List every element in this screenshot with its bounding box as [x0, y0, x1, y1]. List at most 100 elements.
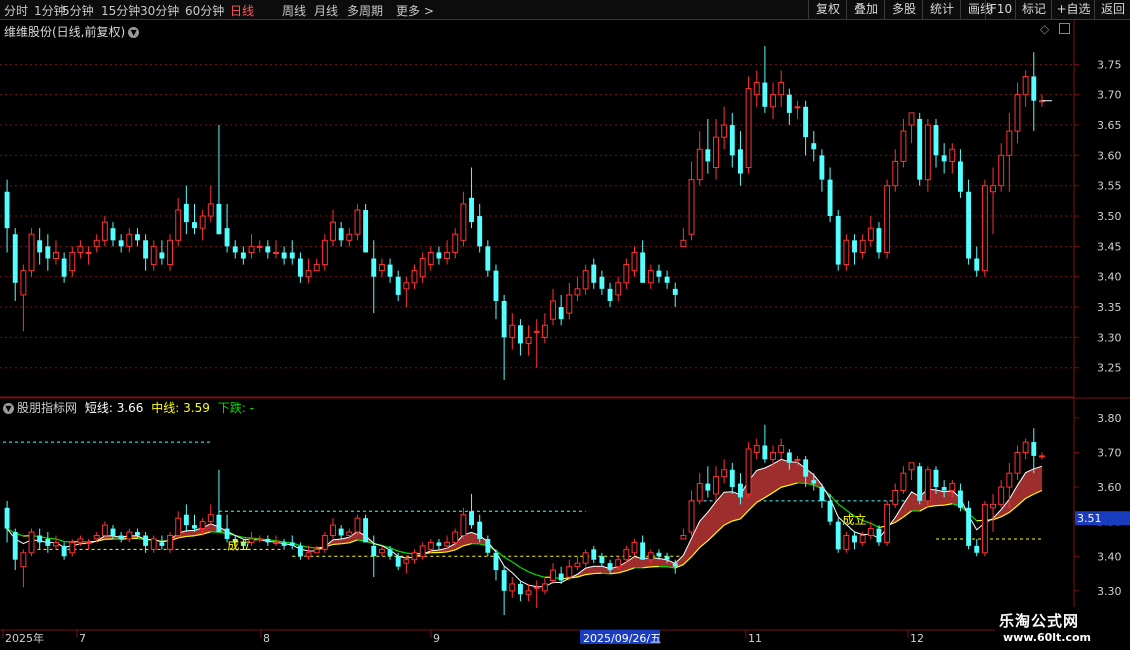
candle	[794, 100, 801, 119]
candle	[541, 577, 548, 595]
price-axis-label: 3.50	[1097, 210, 1122, 223]
candle	[623, 258, 630, 289]
current-price-value: 3.51	[1077, 512, 1102, 525]
candle	[192, 203, 197, 235]
candle	[640, 535, 646, 560]
toolbar-button[interactable]: 返回	[1094, 0, 1130, 19]
candle	[778, 438, 785, 460]
candle	[599, 552, 605, 567]
period-tab[interactable]: 分时	[4, 2, 28, 19]
band-segment	[1017, 471, 1026, 507]
mid-line-segment	[797, 482, 806, 485]
candle	[20, 549, 27, 588]
period-toolbar: 分时 1分钟 5分钟 15分钟 30分钟 60分钟 日线 周线 月线 多周期 更多 > 复权 叠加 多股…	[0, 0, 1130, 20]
period-tab[interactable]: 1分钟	[34, 2, 66, 19]
candle	[436, 246, 442, 265]
candle	[884, 500, 891, 546]
candle	[183, 185, 189, 235]
mid-line-segment	[55, 538, 65, 543]
period-tab[interactable]: 60分钟	[185, 2, 224, 19]
candle	[664, 270, 670, 289]
period-tab[interactable]: 更多 >	[396, 2, 434, 19]
crosshair-date: 2025/09/26/五	[583, 632, 661, 645]
candle	[696, 473, 703, 505]
price-axis-label: 3.25	[1097, 362, 1122, 375]
candle	[1031, 428, 1037, 474]
down-label: 下跌:	[217, 401, 246, 415]
candle	[338, 222, 344, 247]
candle	[167, 234, 173, 271]
candle	[957, 483, 963, 512]
period-tab[interactable]: 多周期	[347, 2, 383, 19]
candle	[737, 131, 743, 186]
candle	[949, 143, 956, 174]
candle	[436, 538, 442, 550]
candle	[240, 246, 246, 265]
price-axis-label: 3.40	[1097, 271, 1122, 284]
x-axis-label: 11	[748, 632, 762, 645]
price-axis-label: 3.35	[1097, 301, 1122, 314]
indicator-axis-label: 3.60	[1097, 481, 1122, 494]
candle	[224, 203, 230, 253]
mid-line-value: 3.59	[183, 401, 210, 415]
candle	[305, 258, 312, 283]
candle	[835, 518, 841, 553]
candle	[696, 131, 703, 186]
chart-area[interactable]: 3.75 3.70 3.65 3.60 3.55 3.50 3.45 3.40 3.35 3.30…	[0, 20, 1130, 650]
period-tab[interactable]: 30分钟	[140, 2, 179, 19]
candle	[419, 542, 426, 560]
period-tab[interactable]: 月线	[314, 2, 338, 19]
candle	[713, 118, 719, 180]
candle	[892, 483, 899, 508]
candle	[566, 559, 573, 581]
toolbar-button[interactable]: +自选	[1051, 0, 1095, 19]
toolbar-button[interactable]: F10	[985, 0, 1016, 19]
indicator-axis-label: 3.80	[1097, 412, 1122, 425]
candle	[517, 580, 523, 602]
period-tab[interactable]: 15分钟	[101, 2, 140, 19]
mid-line-segment	[503, 556, 513, 563]
candle	[852, 234, 857, 265]
toolbar-button[interactable]: 多股	[884, 0, 923, 19]
candle	[631, 246, 638, 277]
mid-line-segment	[837, 503, 847, 511]
candle	[419, 252, 426, 283]
candle	[966, 179, 972, 265]
main-panel-header: 维维股份(日线,前复权) ▼	[4, 23, 140, 40]
restore-icon[interactable]	[1059, 23, 1071, 34]
period-tab[interactable]: 周线	[282, 2, 306, 19]
candle	[85, 538, 92, 550]
candle	[281, 246, 287, 265]
period-tab[interactable]: 5分钟	[62, 2, 94, 19]
chevron-down-icon[interactable]: ▼	[128, 27, 140, 38]
price-axis-label: 3.55	[1097, 180, 1122, 193]
candle	[966, 500, 972, 550]
period-tab[interactable]: 日线	[230, 2, 254, 19]
toolbar-button[interactable]: 复权	[808, 0, 847, 19]
candle	[582, 549, 589, 567]
candle	[199, 209, 206, 241]
candle	[501, 566, 507, 616]
candle	[558, 294, 564, 326]
toolbar-button[interactable]: 标记	[1015, 0, 1052, 19]
band-segment	[780, 458, 790, 488]
chevron-down-icon[interactable]: ▼	[3, 403, 14, 414]
toolbar-button[interactable]: 叠加	[846, 0, 885, 19]
candle	[313, 545, 320, 554]
candle	[183, 504, 189, 533]
candle	[28, 528, 35, 557]
main-panel-title: 维维股份(日线,前复权)	[4, 25, 126, 39]
candle	[150, 240, 157, 271]
candle	[12, 228, 18, 301]
candle	[110, 222, 116, 247]
candle	[688, 490, 695, 536]
candle	[908, 462, 915, 481]
diamond-icon[interactable]: ◇	[1040, 22, 1049, 36]
toolbar-button[interactable]: 统计	[922, 0, 961, 19]
candle	[159, 240, 165, 265]
candle	[289, 240, 295, 265]
candle	[778, 70, 785, 107]
candle	[631, 538, 638, 557]
price-axis-label: 3.70	[1097, 89, 1122, 102]
candle	[101, 216, 108, 247]
